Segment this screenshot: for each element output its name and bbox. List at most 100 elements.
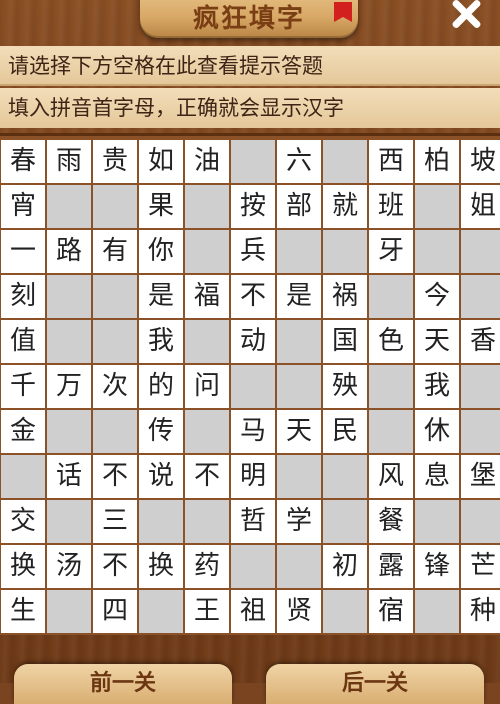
filled-cell[interactable]: 坡 xyxy=(461,140,500,183)
blank-cell[interactable] xyxy=(185,230,229,273)
filled-cell[interactable]: 天 xyxy=(277,410,321,453)
filled-cell[interactable]: 换 xyxy=(139,545,183,588)
blank-cell[interactable] xyxy=(231,545,275,588)
blank-cell[interactable] xyxy=(93,275,137,318)
blank-cell[interactable] xyxy=(185,185,229,228)
blank-cell[interactable] xyxy=(323,590,367,633)
filled-cell[interactable]: 初 xyxy=(323,545,367,588)
filled-cell[interactable]: 是 xyxy=(139,275,183,318)
filled-cell[interactable]: 餐 xyxy=(369,500,413,543)
filled-cell[interactable]: 生 xyxy=(1,590,45,633)
filled-cell[interactable]: 露 xyxy=(369,545,413,588)
blank-cell[interactable] xyxy=(47,410,91,453)
filled-cell[interactable]: 你 xyxy=(139,230,183,273)
filled-cell[interactable]: 金 xyxy=(1,410,45,453)
filled-cell[interactable]: 芒 xyxy=(461,545,500,588)
filled-cell[interactable]: 刻 xyxy=(1,275,45,318)
filled-cell[interactable]: 部 xyxy=(277,185,321,228)
filled-cell[interactable]: 兵 xyxy=(231,230,275,273)
blank-cell[interactable] xyxy=(1,455,45,498)
filled-cell[interactable]: 姐 xyxy=(461,185,500,228)
filled-cell[interactable]: 宵 xyxy=(1,185,45,228)
filled-cell[interactable]: 柏 xyxy=(415,140,459,183)
close-icon[interactable] xyxy=(446,0,486,30)
filled-cell[interactable]: 春 xyxy=(1,140,45,183)
filled-cell[interactable]: 种 xyxy=(461,590,500,633)
blank-cell[interactable] xyxy=(277,320,321,363)
filled-cell[interactable]: 祖 xyxy=(231,590,275,633)
filled-cell[interactable]: 果 xyxy=(139,185,183,228)
filled-cell[interactable]: 哲 xyxy=(231,500,275,543)
blank-cell[interactable] xyxy=(323,140,367,183)
filled-cell[interactable]: 汤 xyxy=(47,545,91,588)
filled-cell[interactable]: 贵 xyxy=(93,140,137,183)
blank-cell[interactable] xyxy=(231,365,275,408)
filled-cell[interactable]: 福 xyxy=(185,275,229,318)
filled-cell[interactable]: 殃 xyxy=(323,365,367,408)
blank-cell[interactable] xyxy=(461,275,500,318)
blank-cell[interactable] xyxy=(415,185,459,228)
filled-cell[interactable]: 风 xyxy=(369,455,413,498)
blank-cell[interactable] xyxy=(185,500,229,543)
filled-cell[interactable]: 锋 xyxy=(415,545,459,588)
blank-cell[interactable] xyxy=(139,590,183,633)
blank-cell[interactable] xyxy=(277,455,321,498)
filled-cell[interactable]: 药 xyxy=(185,545,229,588)
blank-cell[interactable] xyxy=(47,590,91,633)
blank-cell[interactable] xyxy=(323,455,367,498)
filled-cell[interactable]: 西 xyxy=(369,140,413,183)
blank-cell[interactable] xyxy=(369,275,413,318)
filled-cell[interactable]: 雨 xyxy=(47,140,91,183)
filled-cell[interactable]: 贤 xyxy=(277,590,321,633)
filled-cell[interactable]: 今 xyxy=(415,275,459,318)
blank-cell[interactable] xyxy=(415,590,459,633)
blank-cell[interactable] xyxy=(323,230,367,273)
filled-cell[interactable]: 不 xyxy=(231,275,275,318)
blank-cell[interactable] xyxy=(185,410,229,453)
filled-cell[interactable]: 不 xyxy=(93,545,137,588)
blank-cell[interactable] xyxy=(323,500,367,543)
filled-cell[interactable]: 说 xyxy=(139,455,183,498)
filled-cell[interactable]: 学 xyxy=(277,500,321,543)
blank-cell[interactable] xyxy=(277,545,321,588)
blank-cell[interactable] xyxy=(93,320,137,363)
blank-cell[interactable] xyxy=(47,275,91,318)
filled-cell[interactable]: 不 xyxy=(185,455,229,498)
filled-cell[interactable]: 我 xyxy=(415,365,459,408)
filled-cell[interactable]: 休 xyxy=(415,410,459,453)
blank-cell[interactable] xyxy=(185,320,229,363)
blank-cell[interactable] xyxy=(415,500,459,543)
blank-cell[interactable] xyxy=(93,410,137,453)
filled-cell[interactable]: 息 xyxy=(415,455,459,498)
blank-cell[interactable] xyxy=(231,140,275,183)
filled-cell[interactable]: 一 xyxy=(1,230,45,273)
filled-cell[interactable]: 传 xyxy=(139,410,183,453)
filled-cell[interactable]: 宿 xyxy=(369,590,413,633)
filled-cell[interactable]: 堡 xyxy=(461,455,500,498)
filled-cell[interactable]: 我 xyxy=(139,320,183,363)
filled-cell[interactable]: 千 xyxy=(1,365,45,408)
blank-cell[interactable] xyxy=(47,500,91,543)
filled-cell[interactable]: 国 xyxy=(323,320,367,363)
blank-cell[interactable] xyxy=(369,365,413,408)
blank-cell[interactable] xyxy=(461,230,500,273)
filled-cell[interactable]: 话 xyxy=(47,455,91,498)
filled-cell[interactable]: 班 xyxy=(369,185,413,228)
filled-cell[interactable]: 三 xyxy=(93,500,137,543)
blank-cell[interactable] xyxy=(461,410,500,453)
filled-cell[interactable]: 是 xyxy=(277,275,321,318)
filled-cell[interactable]: 王 xyxy=(185,590,229,633)
filled-cell[interactable]: 路 xyxy=(47,230,91,273)
filled-cell[interactable]: 有 xyxy=(93,230,137,273)
blank-cell[interactable] xyxy=(277,230,321,273)
filled-cell[interactable]: 值 xyxy=(1,320,45,363)
blank-cell[interactable] xyxy=(139,500,183,543)
blank-cell[interactable] xyxy=(47,185,91,228)
blank-cell[interactable] xyxy=(93,185,137,228)
filled-cell[interactable]: 油 xyxy=(185,140,229,183)
blank-cell[interactable] xyxy=(415,230,459,273)
filled-cell[interactable]: 色 xyxy=(369,320,413,363)
filled-cell[interactable]: 如 xyxy=(139,140,183,183)
blank-cell[interactable] xyxy=(47,320,91,363)
filled-cell[interactable]: 动 xyxy=(231,320,275,363)
